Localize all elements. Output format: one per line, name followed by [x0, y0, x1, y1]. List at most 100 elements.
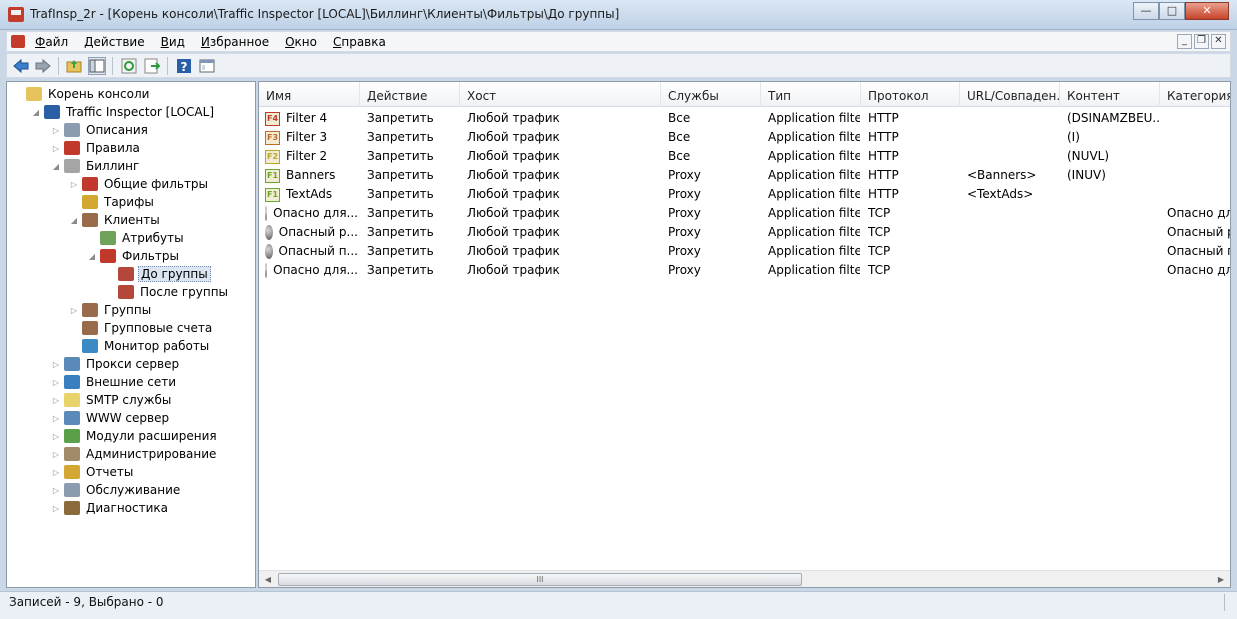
help-icon[interactable]: ? [175, 57, 193, 75]
row-name-cell: Опасный р... [265, 223, 358, 242]
close-button[interactable]: ✕ [1185, 2, 1229, 20]
column-header[interactable]: Службы [661, 82, 761, 107]
tree-node[interactable]: ▷ Обслуживание [51, 481, 182, 499]
tree-node[interactable]: Тарифы [69, 193, 156, 211]
back-icon[interactable] [12, 57, 30, 75]
tree-node[interactable]: Атрибуты [87, 229, 186, 247]
row-cell: Запретить [367, 244, 434, 258]
tree-node[interactable]: ▷ SMTP службы [51, 391, 173, 409]
tree-node[interactable]: ▷ Общие фильтры [69, 175, 210, 193]
tree-node[interactable]: ◢ Traffic Inspector [LOCAL] [31, 103, 216, 121]
tree-node[interactable]: ▷ WWW сервер [51, 409, 171, 427]
column-header[interactable]: Тип [761, 82, 861, 107]
collapsed-arrow-icon[interactable]: ▷ [51, 144, 61, 153]
tree-node[interactable]: ▷ Диагностика [51, 499, 170, 517]
export-list-icon[interactable] [143, 57, 161, 75]
up-folder-icon[interactable] [65, 57, 83, 75]
column-header[interactable]: Протокол [861, 82, 960, 107]
collapsed-arrow-icon[interactable]: ▷ [51, 396, 61, 405]
list-row[interactable]: F1 Banners Запретить Любой трафик Proxy Appli… [259, 166, 1230, 185]
tree-node[interactable]: Монитор работы [69, 337, 211, 355]
menu-window[interactable]: Окно [285, 34, 317, 50]
row-name-cell: F2 Filter 2 [265, 147, 358, 166]
tree-node[interactable]: ◢ Клиенты [69, 211, 162, 229]
row-cell: HTTP [868, 187, 899, 201]
collapsed-arrow-icon[interactable]: ▷ [51, 450, 61, 459]
menu-view[interactable]: Вид [161, 34, 185, 50]
collapsed-arrow-icon[interactable]: ▷ [51, 414, 61, 423]
row-cell [967, 147, 1059, 166]
menu-action[interactable]: Действие [84, 34, 144, 50]
collapsed-arrow-icon[interactable]: ▷ [51, 360, 61, 369]
minimize-button[interactable]: — [1133, 2, 1159, 20]
tree-node[interactable]: ◢ Биллинг [51, 157, 141, 175]
list-row[interactable]: Опасный р... Запретить Любой трафик Proxy Ap… [259, 223, 1230, 242]
menu-favorites[interactable]: Избранное [201, 34, 269, 50]
list-row[interactable]: Опасно для... Запретить Любой трафик Proxy A… [259, 204, 1230, 223]
child-minimize-button[interactable]: _ [1177, 34, 1192, 49]
scroll-left-icon[interactable]: ◀ [261, 573, 275, 586]
list-row[interactable]: Опасно для... Запретить Любой трафик Proxy A… [259, 261, 1230, 280]
tree-node[interactable]: ▷ Группы [69, 301, 153, 319]
collapsed-arrow-icon[interactable]: ▷ [51, 378, 61, 387]
column-header[interactable]: Хост [460, 82, 661, 107]
expanded-arrow-icon[interactable]: ◢ [51, 162, 61, 171]
tree-node[interactable]: ▷ Отчеты [51, 463, 135, 481]
collapsed-arrow-icon[interactable]: ▷ [51, 126, 61, 135]
collapsed-arrow-icon[interactable]: ▷ [51, 468, 61, 477]
collapsed-arrow-icon[interactable]: ▷ [69, 306, 79, 315]
app-icon[interactable] [8, 7, 24, 22]
menu-file[interactable]: Файл [35, 34, 68, 50]
maximize-button[interactable]: □ [1159, 2, 1185, 20]
tree-node[interactable]: ▷ Модули расширения [51, 427, 219, 445]
tree-node[interactable]: ◢ Фильтры [87, 247, 181, 265]
list-row[interactable]: F2 Filter 2 Запретить Любой трафик Все Applic… [259, 147, 1230, 166]
list-row[interactable]: F4 Filter 4 Запретить Любой трафик Все Applic… [259, 109, 1230, 128]
column-header[interactable]: Контент [1060, 82, 1160, 107]
collapsed-arrow-icon[interactable]: ▷ [51, 486, 61, 495]
horizontal-scrollbar[interactable]: ◀ III ▶ [259, 570, 1230, 587]
tree-node[interactable]: До группы [105, 265, 211, 283]
row-cell: Запретить [367, 206, 434, 220]
collapsed-arrow-icon[interactable]: ▷ [51, 432, 61, 441]
expanded-arrow-icon[interactable]: ◢ [31, 108, 41, 117]
document-icon[interactable] [11, 35, 25, 48]
expanded-arrow-icon[interactable]: ◢ [87, 252, 97, 261]
collapsed-arrow-icon[interactable]: ▷ [69, 180, 79, 189]
list-row[interactable]: Опасный п... Запретить Любой трафик Proxy Ap… [259, 242, 1230, 261]
tree-node[interactable]: Групповые счета [69, 319, 214, 337]
properties-icon[interactable] [198, 57, 216, 75]
column-header[interactable]: Действие [360, 82, 460, 107]
administration-icon [64, 447, 80, 461]
tree-node[interactable]: ▷ Внешние сети [51, 373, 178, 391]
scrollbar-thumb[interactable]: III [278, 573, 802, 586]
child-restore-button[interactable]: ❐ [1194, 34, 1209, 49]
list-row[interactable]: F3 Filter 3 Запретить Любой трафик Все Applic… [259, 128, 1230, 147]
list-row[interactable]: F1 TextAds Запретить Любой трафик Proxy Appli… [259, 185, 1230, 204]
row-name: Опасно для... [273, 206, 358, 220]
row-cell: Application filter [768, 225, 860, 239]
refresh-icon[interactable] [120, 57, 138, 75]
scroll-right-icon[interactable]: ▶ [1214, 573, 1228, 586]
row-cell [1167, 166, 1230, 185]
tree-node[interactable]: ▷ Прокси сервер [51, 355, 181, 373]
expanded-arrow-icon[interactable]: ◢ [69, 216, 79, 225]
tree-node[interactable]: ▷ Описания [51, 121, 150, 139]
row-cell: HTTP [868, 168, 899, 182]
show-hide-tree-icon[interactable] [88, 57, 106, 75]
tree-node[interactable]: После группы [105, 283, 230, 301]
tree-node-label: Модули расширения [86, 429, 217, 443]
tree-node[interactable]: ▷ Администрирование [51, 445, 218, 463]
row-cell [1167, 109, 1230, 128]
collapsed-arrow-icon[interactable]: ▷ [51, 504, 61, 513]
menu-help[interactable]: Справка [333, 34, 386, 50]
forward-icon[interactable] [34, 57, 52, 75]
column-header[interactable]: URL/Совпаден... [960, 82, 1060, 107]
column-header[interactable]: Имя [259, 82, 360, 107]
row-cell [1067, 185, 1159, 204]
tree-node[interactable]: ▷ Правила [51, 139, 142, 157]
tree-node[interactable]: Корень консоли [13, 85, 151, 103]
child-close-button[interactable]: ✕ [1211, 34, 1226, 49]
column-header[interactable]: Категория п [1160, 82, 1230, 107]
toolbar: ? [6, 53, 1231, 78]
